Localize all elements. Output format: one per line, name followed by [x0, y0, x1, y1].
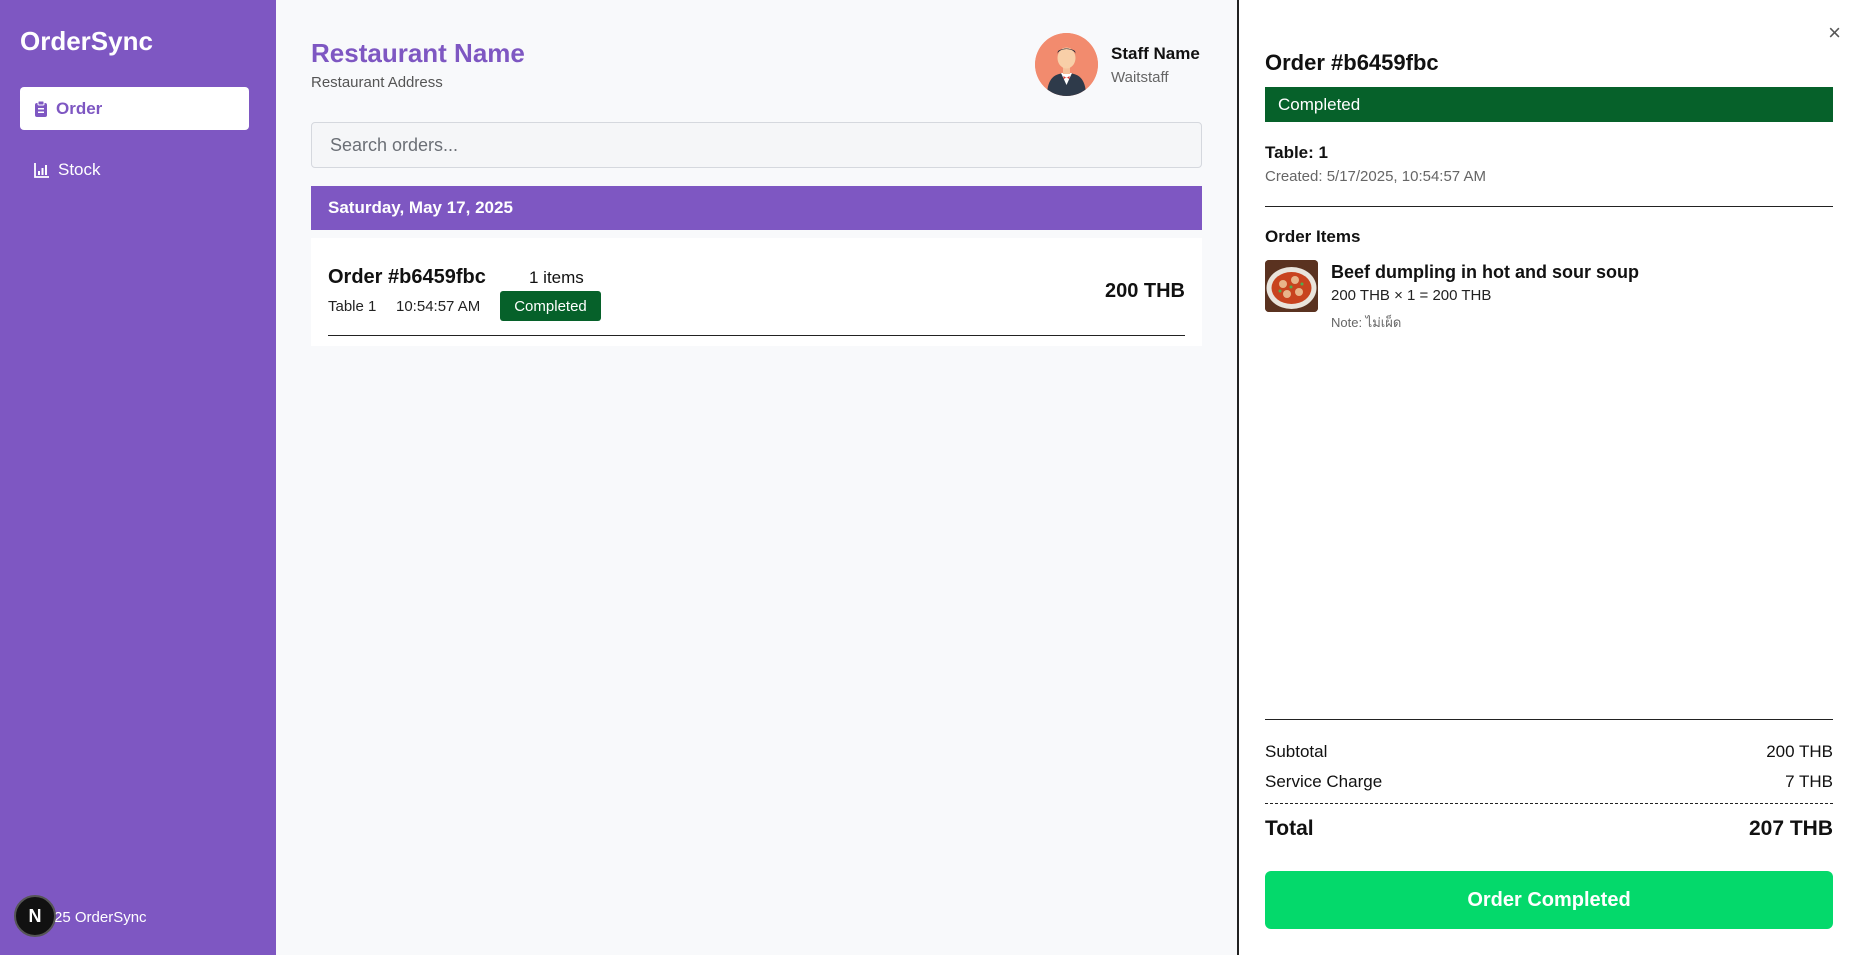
- item-note: Note: ไม่เผ็ด: [1331, 315, 1402, 330]
- sidebar: OrderSync Order Stock 25 OrderSync N: [0, 0, 276, 955]
- subtotal-label: Subtotal: [1265, 742, 1328, 761]
- sidebar-item-stock[interactable]: Stock: [20, 148, 249, 191]
- total-row: Total 207 THB: [1265, 817, 1833, 841]
- food-image-icon: [1265, 260, 1318, 312]
- service-charge-row: Service Charge 7 THB: [1265, 772, 1833, 792]
- order-table: Table 1: [328, 298, 377, 315]
- app-brand: OrderSync: [20, 26, 153, 56]
- dashed-divider: [1265, 803, 1833, 804]
- subtotal-row: Subtotal 200 THB: [1265, 742, 1833, 762]
- divider: [1265, 206, 1833, 207]
- order-total: 200 THB: [1104, 280, 1185, 302]
- service-charge-label: Service Charge: [1265, 772, 1383, 791]
- service-charge-value: 7 THB: [1785, 772, 1833, 791]
- search-input[interactable]: [311, 122, 1202, 168]
- waiter-avatar-icon: [1035, 33, 1098, 96]
- subtotal-value: 200 THB: [1766, 742, 1833, 761]
- sidebar-item-label: Stock: [58, 159, 101, 179]
- dish-thumbnail: [1265, 260, 1318, 312]
- main-content: Restaurant Name Restaurant Address Staff…: [276, 0, 1238, 955]
- total-label: Total: [1265, 817, 1314, 840]
- status-badge: Completed: [500, 291, 601, 321]
- close-icon[interactable]: ×: [1828, 20, 1841, 46]
- item-name: Beef dumpling in hot and sour soup: [1331, 262, 1639, 282]
- bar-chart-icon: [34, 162, 49, 178]
- divider: [1265, 719, 1833, 720]
- staff-name: Staff Name: [1111, 44, 1200, 63]
- detail-created: Created: 5/17/2025, 10:54:57 AM: [1265, 168, 1486, 185]
- order-completed-button[interactable]: Order Completed: [1265, 871, 1833, 929]
- order-items-heading: Order Items: [1265, 227, 1361, 246]
- sidebar-item-order[interactable]: Order: [20, 87, 249, 130]
- sidebar-footer: 25 OrderSync: [54, 909, 147, 926]
- order-card[interactable]: Order #b6459fbc 1 items Table 1 10:54:57…: [311, 238, 1202, 346]
- order-item-count: 1 items: [529, 268, 584, 287]
- detail-title: Order #b6459fbc: [1265, 50, 1439, 75]
- order-id: Order #b6459fbc: [328, 266, 486, 288]
- item-price-line: 200 THB × 1 = 200 THB: [1331, 287, 1492, 304]
- dev-badge-button[interactable]: N: [14, 895, 56, 937]
- sidebar-item-label: Order: [56, 98, 103, 118]
- date-group-header: Saturday, May 17, 2025: [311, 186, 1202, 230]
- staff-role: Waitstaff: [1111, 69, 1169, 86]
- detail-table: Table: 1: [1265, 143, 1328, 162]
- staff-avatar[interactable]: [1035, 33, 1098, 96]
- restaurant-name: Restaurant Name: [311, 38, 525, 68]
- total-value: 207 THB: [1748, 817, 1833, 840]
- order-detail-panel: × Order #b6459fbc Completed Table: 1 Cre…: [1239, 0, 1859, 955]
- divider: [328, 335, 1185, 336]
- order-time: 10:54:57 AM: [396, 298, 481, 315]
- detail-status-banner: Completed: [1265, 87, 1833, 122]
- restaurant-address: Restaurant Address: [311, 74, 443, 91]
- clipboard-icon: [35, 100, 47, 117]
